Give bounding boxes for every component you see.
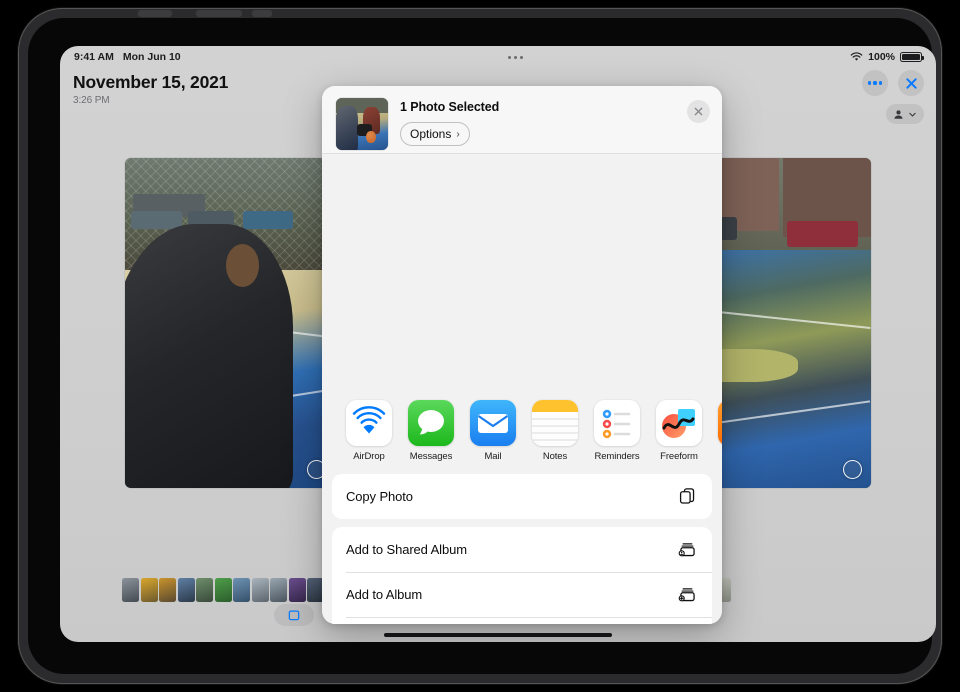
device-button-top-3 [252, 10, 272, 17]
device-button-top-2 [196, 10, 242, 17]
close-button[interactable] [898, 70, 924, 96]
status-bar-left: 9:41 AM Mon Jun 10 [74, 51, 181, 63]
filmstrip-thumb[interactable] [233, 578, 250, 602]
shared-album-icon [676, 539, 698, 561]
action-copy-photo[interactable]: Copy Photo [332, 474, 712, 519]
device-button-top-1 [138, 10, 172, 17]
header-actions [862, 70, 924, 96]
multitask-dots-icon [507, 55, 523, 59]
airdrop-icon [346, 400, 392, 446]
battery-percent: 100% [868, 51, 895, 63]
home-indicator [384, 632, 612, 637]
selected-photo-thumbnail[interactable] [336, 98, 388, 150]
action-group-albums: Add to Shared Album Add to Album [332, 527, 712, 624]
wifi-icon [850, 52, 863, 62]
more-dots-icon [867, 81, 883, 85]
status-bar-right: 100% [850, 51, 924, 63]
multitasking-control[interactable] [181, 55, 851, 59]
close-x-icon [905, 77, 917, 89]
app-label: Reminders [594, 451, 640, 462]
person-icon [894, 109, 903, 119]
share-sheet-preview-gap [322, 154, 722, 390]
filmstrip-thumb[interactable] [270, 578, 287, 602]
share-app-freeform[interactable]: Freeform [648, 400, 710, 462]
status-time: 9:41 AM [74, 51, 114, 63]
toolbar-library[interactable] [274, 604, 314, 626]
share-app-reminders[interactable]: Reminders [586, 400, 648, 462]
share-app-books[interactable]: B [710, 400, 722, 462]
books-icon [718, 400, 722, 446]
ipad-device: 9:41 AM Mon Jun 10 100% November 15, 202… [18, 8, 942, 684]
page-title: November 15, 2021 [73, 72, 229, 92]
filmstrip-thumb[interactable] [288, 578, 306, 602]
mail-icon [470, 400, 516, 446]
action-group-copy: Copy Photo [332, 474, 712, 519]
screenshot-root: 9:41 AM Mon Jun 10 100% November 15, 202… [0, 0, 960, 692]
options-label: Options [410, 127, 452, 141]
action-add-to-shared-album[interactable]: Add to Shared Album [332, 527, 712, 572]
reminders-icon [594, 400, 640, 446]
more-button[interactable] [862, 70, 888, 96]
share-sheet-title: 1 Photo Selected [400, 100, 500, 114]
filmstrip-thumb[interactable] [177, 578, 195, 602]
freeform-icon [656, 400, 702, 446]
add-album-icon [676, 584, 698, 606]
page-subtitle: 3:26 PM [73, 95, 110, 106]
share-sheet-info: 1 Photo Selected Options › [400, 98, 687, 146]
selection-circle[interactable] [843, 460, 862, 479]
filmstrip-thumb[interactable] [196, 578, 213, 602]
action-airplay[interactable]: AirPlay [332, 617, 712, 624]
app-label: Notes [542, 451, 568, 462]
share-app-row[interactable]: AirDrop Messages Mail Notes Reminders Fr… [322, 390, 722, 474]
action-add-to-album[interactable]: Add to Album [332, 572, 712, 617]
share-sheet-header: 1 Photo Selected Options › [322, 86, 722, 154]
close-x-icon [694, 107, 703, 116]
filmstrip-thumb[interactable] [214, 578, 232, 602]
status-bar: 9:41 AM Mon Jun 10 100% [60, 46, 936, 68]
photo-left[interactable] [125, 158, 335, 488]
status-date: Mon Jun 10 [122, 51, 181, 63]
people-filter-button[interactable] [886, 104, 924, 124]
share-app-airdrop[interactable]: AirDrop [338, 400, 400, 462]
app-label: Freeform [660, 451, 698, 462]
action-label: Add to Shared Album [346, 542, 467, 557]
filmstrip-thumb[interactable] [159, 578, 176, 602]
filmstrip-thumb[interactable] [251, 578, 269, 602]
share-app-notes[interactable]: Notes [524, 400, 586, 462]
filmstrip-thumb[interactable] [140, 578, 158, 602]
notes-icon [532, 400, 578, 446]
action-label: Add to Album [346, 587, 423, 602]
options-button[interactable]: Options › [400, 122, 470, 146]
action-label: Copy Photo [346, 489, 413, 504]
messages-icon [408, 400, 454, 446]
filmstrip-thumb[interactable] [122, 578, 139, 602]
app-label: Mail [484, 451, 502, 462]
app-label: AirDrop [353, 451, 385, 462]
library-icon [288, 610, 300, 621]
chevron-down-icon [909, 112, 916, 117]
share-app-mail[interactable]: Mail [462, 400, 524, 462]
chevron-right-icon: › [456, 128, 460, 140]
copy-icon [676, 486, 698, 508]
ipad-screen: 9:41 AM Mon Jun 10 100% November 15, 202… [60, 46, 936, 642]
battery-icon [900, 51, 924, 63]
share-sheet: 1 Photo Selected Options › AirDrop Messa… [322, 86, 722, 624]
share-app-messages[interactable]: Messages [400, 400, 462, 462]
app-label: Messages [409, 451, 453, 462]
share-sheet-close-button[interactable] [687, 100, 710, 123]
